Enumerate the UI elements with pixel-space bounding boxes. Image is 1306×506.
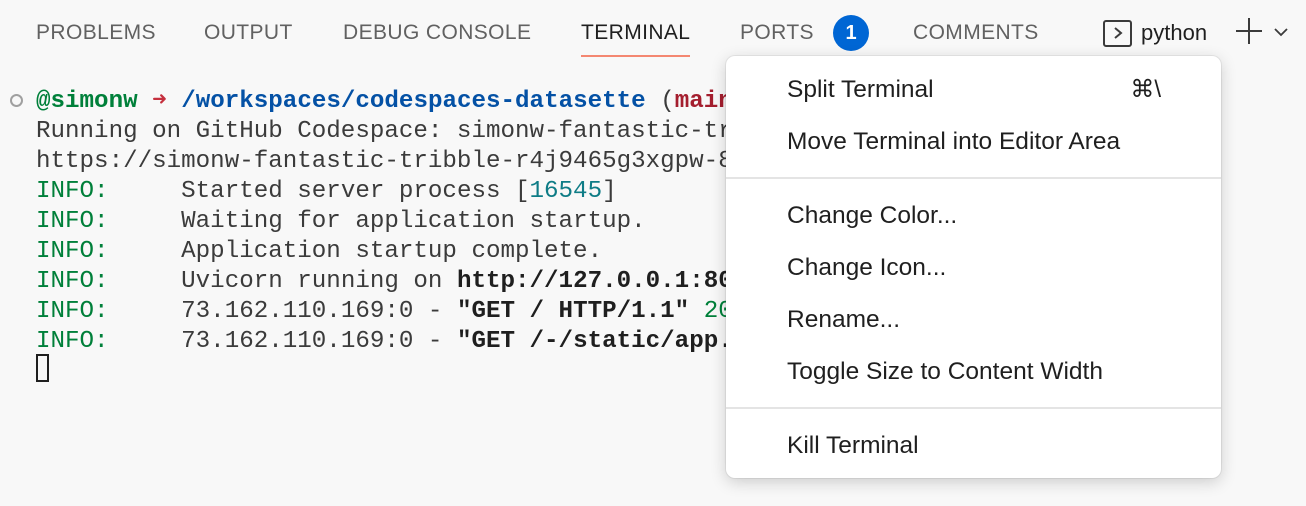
log-request: "GET / HTTP/1.1" [456, 298, 690, 325]
log-text: 73.162.110.169:0 - [181, 298, 457, 325]
log-level: INFO: [36, 208, 109, 235]
prompt-branch: main [674, 88, 733, 115]
keyboard-shortcut: ⌘\ [1130, 76, 1161, 103]
log-line: INFO: 73.162.110.169:0 - "GET / HTTP/1.1… [36, 297, 747, 327]
tab-problems[interactable]: PROBLEMS [36, 19, 156, 47]
log-line: INFO: Started server process [16545] [36, 177, 617, 207]
menu-item-change-color[interactable]: Change Color... [787, 199, 1193, 233]
prompt-arrow: ➜ [137, 88, 182, 115]
terminal-selector[interactable]: python [1103, 18, 1207, 48]
menu-item-rename[interactable]: Rename... [787, 303, 1193, 337]
log-line: INFO: 73.162.110.169:0 - "GET /-/static/… [36, 327, 762, 357]
menu-item-label: Split Terminal [787, 76, 934, 103]
plus-icon[interactable] [1234, 16, 1264, 46]
panel-tab-bar: PROBLEMS OUTPUT DEBUG CONSOLE TERMINAL P… [0, 0, 1306, 64]
prompt-user: @simonw [36, 88, 138, 115]
log-level: INFO: [36, 268, 109, 295]
tab-debug-console[interactable]: DEBUG CONSOLE [343, 19, 531, 47]
log-line: INFO: Application startup complete. [36, 237, 602, 267]
prompt-path: /workspaces/codespaces-datasette [181, 88, 646, 115]
log-level: INFO: [36, 238, 109, 265]
log-number: 16545 [529, 178, 603, 205]
chevron-down-icon[interactable] [1272, 23, 1290, 41]
log-text: Waiting for application startup. [181, 208, 646, 235]
log-level: INFO: [36, 328, 109, 355]
log-text: Uvicorn running on [181, 268, 457, 295]
menu-item-split-terminal[interactable]: Split Terminal ⌘\ [787, 73, 1193, 107]
log-text: 73.162.110.169:0 - [181, 328, 457, 355]
ports-count-badge: 1 [833, 15, 869, 51]
log-text: Application startup complete. [181, 238, 603, 265]
menu-separator [726, 407, 1221, 409]
log-level: INFO: [36, 178, 109, 205]
log-text: Started server process [ [181, 178, 530, 205]
tab-terminal[interactable]: TERMINAL [581, 19, 691, 57]
output-line: Running on GitHub Codespace: simonw-fant… [36, 118, 762, 145]
log-text-tail: ] [602, 178, 617, 205]
menu-item-kill-terminal[interactable]: Kill Terminal [787, 429, 1193, 463]
menu-item-toggle-size[interactable]: Toggle Size to Content Width [787, 355, 1193, 389]
log-request: "GET /-/static/app.cs [456, 328, 762, 355]
server-url-link[interactable]: http://127.0.0.1:800 [457, 268, 747, 295]
menu-separator [726, 177, 1221, 179]
tab-output[interactable]: OUTPUT [204, 19, 293, 47]
menu-item-move-terminal[interactable]: Move Terminal into Editor Area [787, 125, 1193, 159]
tab-ports[interactable]: PORTS [740, 19, 814, 47]
terminal-cursor [36, 354, 49, 382]
log-line: INFO: Waiting for application startup. [36, 207, 646, 237]
output-line: https://simonw-fantastic-tribble-r4j9465… [36, 148, 762, 175]
prompt-branch-open: ( [645, 88, 675, 115]
prompt-line: @simonw ➜ /workspaces/codespaces-dataset… [36, 87, 747, 117]
terminal-icon [1103, 19, 1132, 47]
tab-comments[interactable]: COMMENTS [913, 19, 1039, 47]
log-line: INFO: Uvicorn running on http://127.0.0.… [36, 267, 747, 297]
log-level: INFO: [36, 298, 109, 325]
command-decoration-icon[interactable] [10, 94, 23, 107]
terminal-context-menu: Split Terminal ⌘\ Move Terminal into Edi… [726, 56, 1221, 478]
terminal-name: python [1141, 20, 1208, 45]
menu-item-change-icon[interactable]: Change Icon... [787, 251, 1193, 285]
